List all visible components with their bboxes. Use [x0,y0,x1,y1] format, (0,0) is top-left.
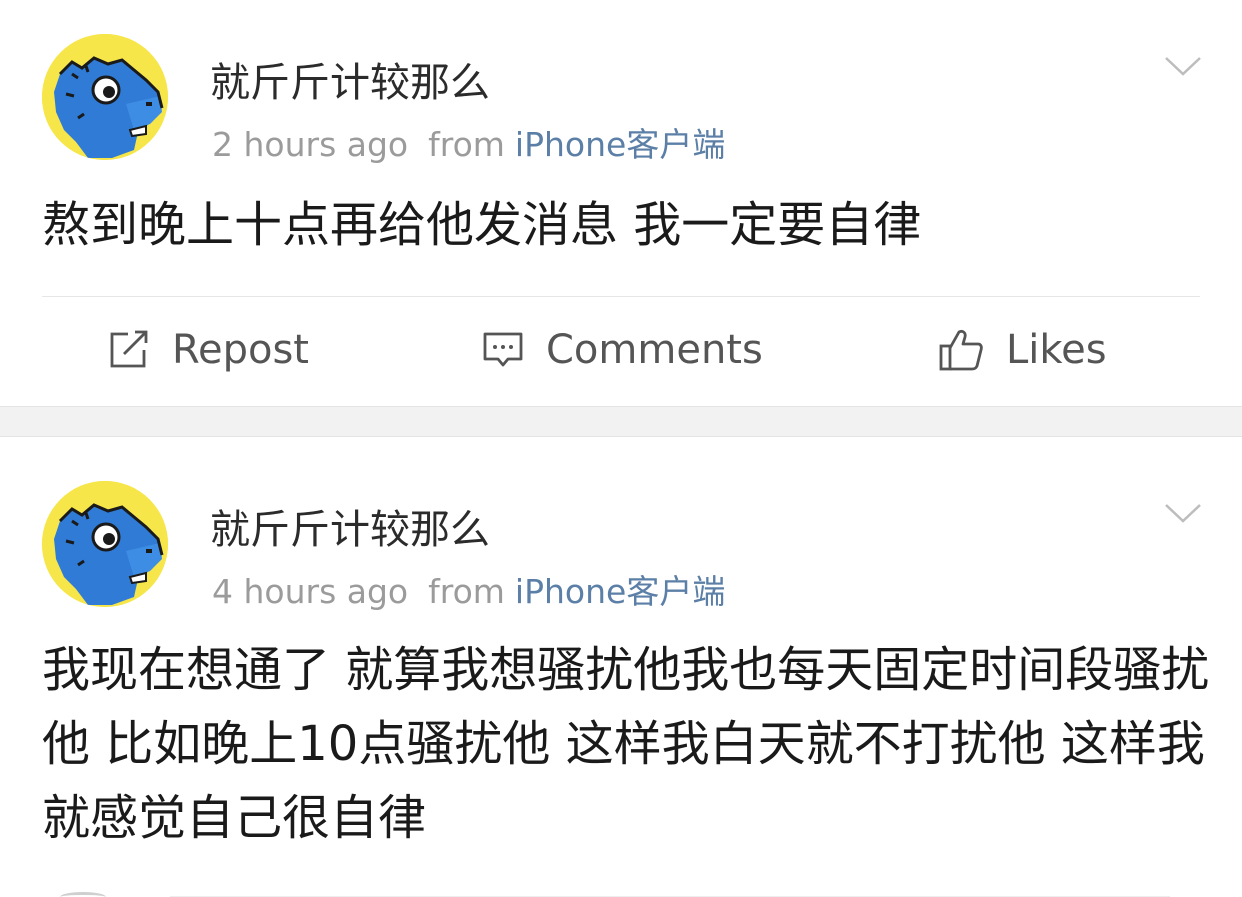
divider [42,296,1200,297]
post-time: 4 hours ago [212,572,409,611]
comments-button[interactable]: Comments [482,300,763,400]
comments-label: Comments [546,327,763,373]
feed-separator [0,406,1242,437]
feed-post: 就斤斤计较那么 4 hours ago from iPhone客户端 我现在想通了 … [0,437,1242,897]
post-source-link[interactable]: iPhone客户端 [515,125,725,164]
post-content: 我现在想通了 就算我想骚扰他我也每天固定时间段骚扰他 比如晚上10点骚扰他 这样… [42,642,1210,846]
post-time: 2 hours ago [212,125,409,164]
next-avatar-edge [60,892,106,897]
username[interactable]: 就斤斤计较那么 [210,50,490,108]
repost-button[interactable]: Repost [108,300,309,400]
blue-hippo-avatar-icon [42,481,168,607]
comment-icon [483,332,523,367]
likes-label: Likes [1006,327,1107,373]
avatar[interactable] [42,481,168,607]
avatar[interactable] [42,34,168,160]
next-post-peek [0,892,1242,897]
feed-post: 就斤斤计较那么 2 hours ago from iPhone客户端 熬到晚上十点再… [0,0,1242,406]
blue-hippo-avatar-icon [42,34,168,160]
chevron-down-icon[interactable] [1163,501,1203,525]
post-source-link[interactable]: iPhone客户端 [515,572,725,611]
repost-icon [110,330,148,368]
post-action-bar: Repost Comments Likes [0,300,1242,400]
thumbs-up-icon [939,329,983,371]
post-meta: 2 hours ago from iPhone客户端 [212,118,725,166]
likes-button[interactable]: Likes [938,300,1107,400]
username[interactable]: 就斤斤计较那么 [210,497,490,555]
post-meta: 4 hours ago from iPhone客户端 [212,565,725,613]
post-content: 熬到晚上十点再给他发消息 我一定要自律 [42,197,922,253]
from-label: from [428,125,505,164]
from-label: from [428,572,505,611]
chevron-down-icon[interactable] [1163,54,1203,78]
repost-label: Repost [172,327,309,373]
